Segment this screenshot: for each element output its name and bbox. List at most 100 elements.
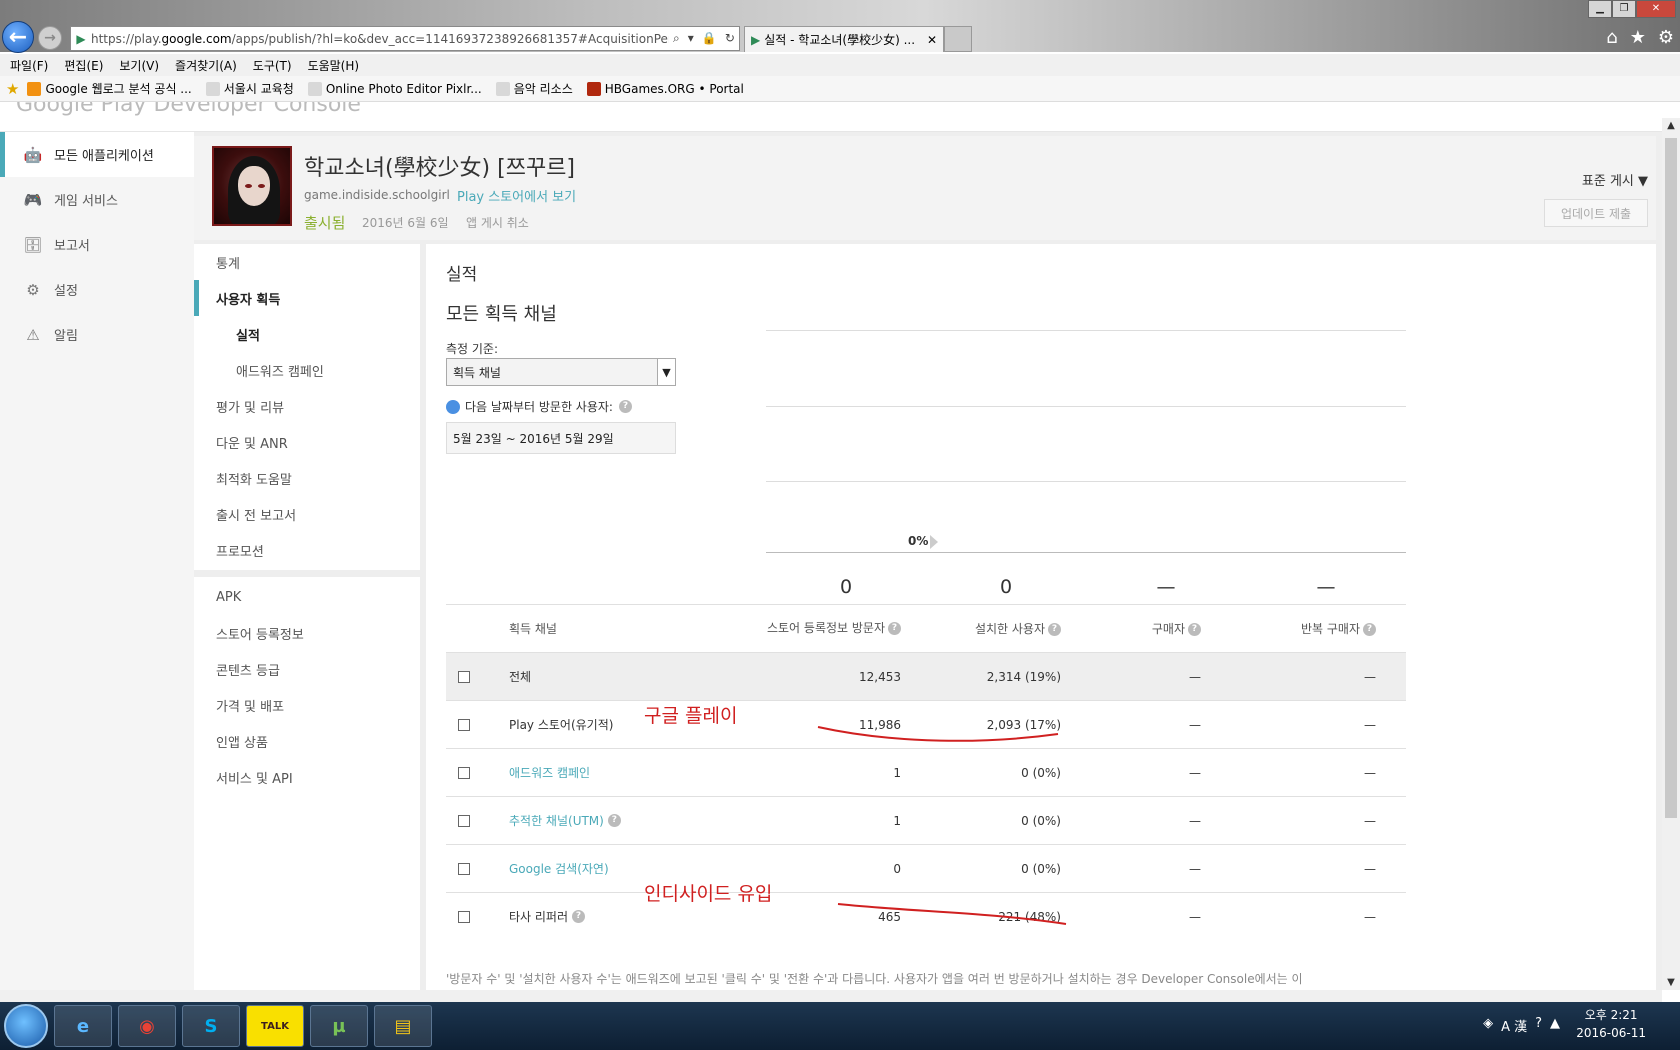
publish-mode-dropdown[interactable]: 표준 게시 ▼ (1582, 170, 1648, 189)
horizontal-scrollbar[interactable] (0, 990, 1662, 1002)
system-tray: ◈ A 漢 ? ▲ (1483, 1016, 1560, 1035)
new-tab-button[interactable] (944, 26, 972, 52)
forward-button[interactable]: → (38, 26, 62, 50)
close-tab-icon[interactable]: ✕ (927, 33, 937, 47)
nav-item[interactable]: 🤖 모든 애플리케이션 (0, 132, 194, 177)
subnav-item[interactable]: 사용자 획득 (194, 280, 420, 316)
favorite-link[interactable]: HBGames.ORG • Portal (586, 81, 744, 96)
favorite-link[interactable]: Google 웹로그 분석 공식 ... (27, 80, 192, 97)
favorite-label: HBGames.ORG • Portal (604, 81, 744, 96)
refresh-icon[interactable]: ↻ (725, 31, 735, 46)
app-package-name: game.indiside.schoolgirl (304, 188, 450, 202)
subnav-item[interactable]: 가격 및 배포 (194, 687, 420, 723)
nav-item[interactable]: ⚙ 설정 (0, 267, 194, 312)
minimize-button[interactable]: ▁ (1588, 0, 1612, 18)
subnav-item[interactable]: 콘텐츠 등급 (194, 651, 420, 687)
database-icon: 🗄 (23, 235, 43, 254)
nav-item[interactable]: 🎮 게임 서비스 (0, 177, 194, 222)
settings-gear-icon[interactable]: ⚙ (1658, 27, 1674, 48)
nav-item-label: 알림 (54, 329, 78, 344)
annotation-underline (817, 726, 1059, 742)
subnav-item[interactable]: 평가 및 리뷰 (194, 388, 420, 424)
subnav-item[interactable]: 인앱 상품 (194, 723, 420, 759)
home-icon[interactable]: ⌂ (1606, 27, 1617, 48)
gamepad-icon: 🎮 (23, 190, 43, 209)
left-navigation: 🤖 모든 애플리케이션 🎮 게임 서비스 🗄 보고서 ⚙ 설정 ⚠ 알림 (0, 132, 194, 990)
window-controls: ▁ ❐ ✕ (1588, 0, 1676, 18)
menu-item[interactable]: 도움말(H) (308, 57, 360, 74)
release-date: 2016년 6월 6일 (362, 216, 449, 230)
browser-titlebar: ← → ▶ https://play.google.com/apps/publi… (0, 0, 1680, 53)
ie-icon[interactable]: e (54, 1005, 112, 1047)
url-text[interactable]: https://play.google.com/apps/publish/?hl… (91, 32, 669, 46)
favorite-site-icon (586, 81, 601, 96)
menu-item[interactable]: 즐겨찾기(A) (175, 57, 237, 74)
scrollbar-thumb[interactable] (1665, 138, 1677, 818)
chrome-icon[interactable]: ◉ (118, 1005, 176, 1047)
dropdown-icon[interactable]: ▾ (688, 31, 694, 46)
start-button[interactable] (4, 1004, 48, 1048)
address-bar[interactable]: ▶ https://play.google.com/apps/publish/?… (70, 26, 740, 51)
close-window-button[interactable]: ✕ (1636, 0, 1676, 18)
favorite-label: Google 웹로그 분석 공식 ... (45, 82, 192, 96)
browser-tab-active[interactable]: ▶ 실적 - 학교소녀(學校少女) ... ✕ (744, 26, 944, 52)
favorites-star-icon[interactable]: ★ (1630, 27, 1646, 48)
subnav-item[interactable]: 실적 (194, 316, 420, 352)
menu-item[interactable]: 도구(T) (253, 57, 292, 74)
view-in-store-link[interactable]: Play 스토어에서 보기 (457, 186, 576, 205)
subnav-item[interactable]: 통계 (194, 244, 420, 280)
annotation-underline (837, 903, 1067, 925)
utorrent-icon[interactable]: µ (310, 1005, 368, 1047)
favorite-link[interactable]: Online Photo Editor Pixlr... (307, 81, 482, 96)
favorites-star-icon[interactable]: ★ (6, 80, 19, 98)
skype-icon[interactable]: S (182, 1005, 240, 1047)
lock-icon[interactable]: 🔒 (702, 31, 717, 46)
google-play-logo[interactable]: Google Play Developer Console (16, 102, 361, 117)
browser-toolbar-icons: ⌂ ★ ⚙ (1606, 27, 1674, 48)
unpublish-link[interactable]: 앱 게시 취소 (466, 214, 529, 231)
address-icons: ⌕ ▾ 🔒 ↻ (669, 31, 739, 46)
subnav-item[interactable]: 다운 및 ANR (194, 424, 420, 460)
nav-item[interactable]: ⚠ 알림 (0, 312, 194, 357)
clock[interactable]: 오후 2:21 2016-06-11 (1576, 1006, 1646, 1042)
subnav-item[interactable]: 최적화 도움말 (194, 460, 420, 496)
warning-icon: ⚠ (26, 325, 40, 344)
subnav-item[interactable]: 프로모션 (194, 532, 420, 568)
scroll-up-icon[interactable]: ▲ (1662, 120, 1680, 131)
annotation-underlines (817, 726, 1067, 925)
back-button[interactable]: ← (2, 21, 34, 53)
favorite-link[interactable]: 서울시 교육청 (205, 80, 294, 97)
maximize-button[interactable]: ❐ (1612, 0, 1636, 18)
show-hidden-icons[interactable]: ▲ (1550, 1016, 1560, 1035)
ime-icon[interactable]: A 漢 (1501, 1016, 1527, 1035)
subnav-item[interactable]: 스토어 등록정보 (194, 615, 420, 651)
help-icon[interactable]: ? (1535, 1016, 1542, 1035)
nav-item-label: 보고서 (54, 239, 90, 254)
menu-item[interactable]: 편집(E) (64, 57, 103, 74)
subnav-item[interactable]: APK (194, 579, 420, 615)
subnav-item[interactable]: 애드워즈 캠페인 (194, 352, 420, 388)
clock-time: 오후 2:21 (1584, 1008, 1638, 1022)
menu-item[interactable]: 보기(V) (119, 57, 159, 74)
network-icon[interactable]: ◈ (1483, 1016, 1493, 1035)
subnav-item[interactable]: 서비스 및 API (194, 759, 420, 795)
favorite-label: Online Photo Editor Pixlr... (325, 81, 482, 96)
scroll-down-icon[interactable]: ▼ (1662, 977, 1680, 988)
play-favicon-icon: ▶ (76, 31, 86, 46)
gear-icon: ⚙ (26, 280, 40, 299)
subnav-item[interactable]: 출시 전 보고서 (194, 496, 420, 532)
favorite-site-icon (307, 81, 322, 96)
menu-item[interactable]: 파일(F) (10, 57, 48, 74)
page-viewport: Google Play Developer Console 🤖 모든 애플리케이션… (0, 102, 1662, 990)
performance-content: 실적 모든 획득 채널 측정 기준: 획득 채널 ▼ 다음 날짜부터 방문한 사… (426, 244, 1656, 990)
kakaotalk-icon[interactable]: TALK (246, 1005, 304, 1047)
submit-update-button[interactable]: 업데이트 제출 (1544, 199, 1648, 227)
favorite-site-icon (205, 81, 220, 96)
vertical-scrollbar[interactable]: ▲ ▼ (1662, 118, 1680, 990)
console-header: Google Play Developer Console (0, 102, 1662, 132)
favorite-link[interactable]: 음악 리소스 (495, 80, 573, 97)
search-icon[interactable]: ⌕ (673, 31, 680, 46)
favorites-bar: ★ Google 웹로그 분석 공식 ... 서울시 교육청 Online Phot… (0, 76, 1680, 102)
explorer-icon[interactable]: ▤ (374, 1005, 432, 1047)
nav-item[interactable]: 🗄 보고서 (0, 222, 194, 267)
